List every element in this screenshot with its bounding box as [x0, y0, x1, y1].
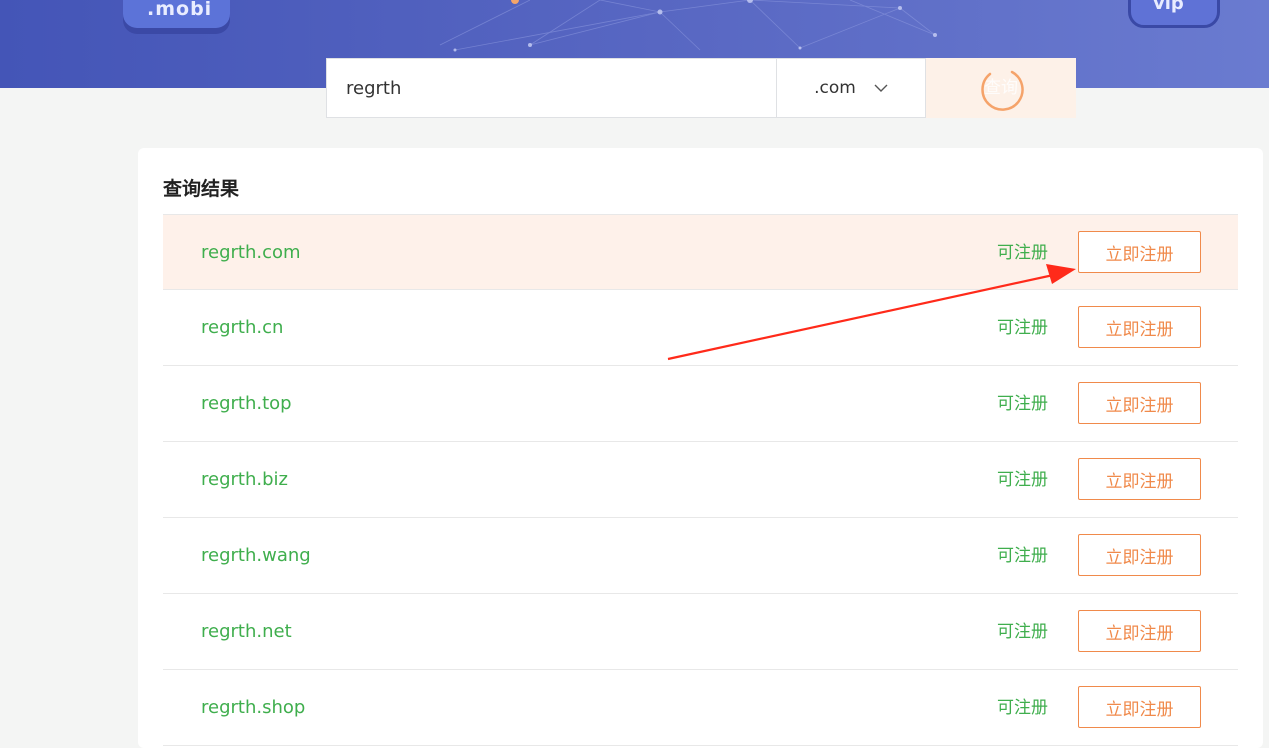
results-list: regrth.com 可注册 立即注册 regrth.cn 可注册 立即注册 r…: [163, 214, 1238, 746]
availability-status: 可注册: [997, 622, 1048, 642]
vip-badge-text: vip: [1153, 0, 1184, 14]
suffix-selected-value: .com: [814, 78, 856, 98]
result-domain[interactable]: regrth.shop: [201, 670, 305, 746]
availability-status: 可注册: [997, 318, 1048, 338]
vip-badge-decoration: vip: [1128, 0, 1220, 28]
availability-status: 可注册: [997, 394, 1048, 414]
result-row: regrth.wang 可注册 立即注册: [163, 518, 1238, 594]
loading-spinner-icon: [981, 70, 1024, 111]
result-domain[interactable]: regrth.com: [201, 215, 301, 291]
register-now-button[interactable]: 立即注册: [1078, 686, 1201, 728]
result-row: regrth.cn 可注册 立即注册: [163, 290, 1238, 366]
availability-status: 可注册: [997, 243, 1048, 263]
orange-dot-decoration: [511, 0, 519, 4]
register-now-button[interactable]: 立即注册: [1078, 610, 1201, 652]
results-card: 查询结果 regrth.com 可注册 立即注册 regrth.cn 可注册 立…: [138, 148, 1263, 748]
search-button[interactable]: 查询: [926, 58, 1076, 118]
result-domain[interactable]: regrth.wang: [201, 518, 311, 594]
mobi-badge-text: .mobi: [147, 0, 213, 20]
result-row: regrth.shop 可注册 立即注册: [163, 670, 1238, 746]
availability-status: 可注册: [997, 470, 1048, 490]
availability-status: 可注册: [997, 546, 1048, 566]
domain-search-input[interactable]: [326, 58, 776, 118]
result-row: regrth.net 可注册 立即注册: [163, 594, 1238, 670]
availability-status: 可注册: [997, 698, 1048, 718]
suffix-select[interactable]: .com: [776, 58, 926, 118]
register-now-button[interactable]: 立即注册: [1078, 382, 1201, 424]
register-now-button[interactable]: 立即注册: [1078, 306, 1201, 348]
result-row: regrth.top 可注册 立即注册: [163, 366, 1238, 442]
result-domain[interactable]: regrth.cn: [201, 290, 283, 366]
register-now-button[interactable]: 立即注册: [1078, 534, 1201, 576]
result-domain[interactable]: regrth.net: [201, 594, 292, 670]
register-now-button[interactable]: 立即注册: [1078, 458, 1201, 500]
mobi-badge-decoration: .mobi: [123, 0, 230, 28]
result-row: regrth.biz 可注册 立即注册: [163, 442, 1238, 518]
result-domain[interactable]: regrth.biz: [201, 442, 288, 518]
result-domain[interactable]: regrth.top: [201, 366, 292, 442]
domain-search-bar: .com 查询: [326, 58, 1076, 118]
result-row: regrth.com 可注册 立即注册: [163, 214, 1238, 290]
register-now-button[interactable]: 立即注册: [1078, 231, 1201, 273]
results-title: 查询结果: [163, 178, 240, 200]
chevron-down-icon: [874, 84, 888, 92]
